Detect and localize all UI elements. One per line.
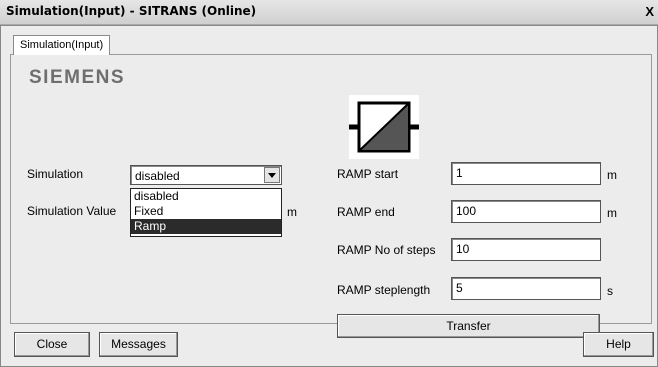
simulation-option-fixed[interactable]: Fixed	[131, 204, 281, 219]
ramp-start-input[interactable]: 1	[451, 162, 601, 185]
ramp-start-unit: m	[607, 168, 617, 182]
transfer-button[interactable]: Transfer	[337, 314, 600, 338]
close-button[interactable]: Close	[14, 332, 90, 357]
help-button[interactable]: Help	[583, 332, 654, 357]
ramp-steplength-unit: s	[607, 284, 613, 298]
ramp-steps-input[interactable]: 10	[451, 238, 601, 261]
messages-button[interactable]: Messages	[99, 332, 178, 357]
tab-simulation-input[interactable]: Simulation(Input)	[13, 35, 111, 55]
ramp-end-input[interactable]: 100	[451, 200, 601, 223]
ramp-end-unit: m	[607, 206, 617, 220]
simulation-value-unit: m	[287, 205, 297, 219]
window-close-icon[interactable]: X	[645, 4, 654, 19]
ramp-function-block-icon	[349, 95, 419, 159]
title-bar: Simulation(Input) - SITRANS (Online) X	[0, 0, 658, 25]
tab-panel: SIEMENS Simulation disabled disabled Fix…	[10, 54, 652, 338]
ramp-start-label: RAMP start	[337, 167, 399, 181]
ramp-steplength-label: RAMP steplength	[337, 283, 431, 297]
simulation-selected-value: disabled	[135, 169, 180, 183]
ramp-end-label: RAMP end	[337, 205, 395, 219]
chevron-down-icon[interactable]	[264, 167, 280, 183]
simulation-dropdown-list: disabled Fixed Ramp	[130, 188, 282, 237]
siemens-logo: SIEMENS	[29, 67, 126, 88]
ramp-steplength-input[interactable]: 5	[451, 277, 601, 300]
simulation-option-ramp[interactable]: Ramp	[131, 219, 281, 234]
dialog-body: Simulation(Input) SIEMENS Simulation dis…	[0, 25, 658, 367]
ramp-steps-label: RAMP No of steps	[337, 243, 436, 257]
simulation-label: Simulation	[27, 167, 84, 181]
simulation-option-disabled[interactable]: disabled	[131, 189, 281, 204]
window-title: Simulation(Input) - SITRANS (Online)	[6, 4, 257, 18]
simulation-value-label: Simulation Value	[27, 204, 117, 218]
simulation-select[interactable]: disabled	[130, 165, 282, 185]
